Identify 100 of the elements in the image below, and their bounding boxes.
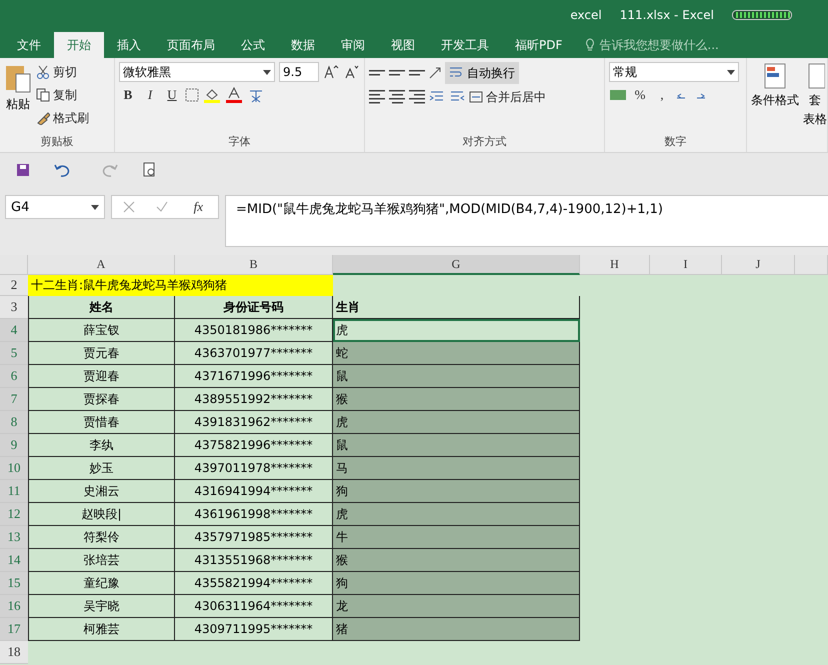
group-label: 剪贴板 — [40, 134, 74, 150]
table-cell[interactable]: 鼠 — [333, 434, 580, 457]
table-cell: 贾元春 — [28, 342, 175, 365]
table-cell[interactable]: 猪 — [333, 618, 580, 641]
format-painter-button[interactable]: 格式刷 — [36, 108, 89, 128]
table-cell: 张培芸 — [28, 549, 175, 572]
app-name: excel — [570, 8, 602, 22]
column-header[interactable]: G — [333, 255, 580, 275]
ribbon-tab[interactable]: 公式 — [228, 32, 278, 58]
cut-button[interactable]: 剪切 — [36, 62, 89, 82]
row-header[interactable]: 9 — [0, 434, 28, 457]
grow-font-icon — [323, 64, 339, 80]
name-box[interactable]: G4 — [5, 195, 105, 219]
font-name-field[interactable]: 微软雅黑 — [119, 62, 275, 82]
table-cell[interactable]: 蛇 — [333, 342, 580, 365]
row-header[interactable]: 4 — [0, 319, 28, 342]
table-cell: 4313551968******* — [175, 549, 333, 572]
table-format-button[interactable]: 套 表格 — [803, 62, 827, 152]
row-header[interactable]: 5 — [0, 342, 28, 365]
table-cell[interactable]: 虎 — [333, 319, 580, 342]
row-header[interactable]: 7 — [0, 388, 28, 411]
table-cell: 4357971985******* — [175, 526, 333, 549]
check-icon — [156, 201, 168, 213]
orientation-icon — [429, 67, 441, 79]
paste-button[interactable]: 粘贴 — [4, 62, 32, 134]
column-heading: 姓名 — [28, 296, 175, 319]
bold-button[interactable]: B — [119, 85, 137, 105]
table-cell[interactable]: 牛 — [333, 526, 580, 549]
column-header[interactable]: B — [175, 255, 333, 275]
table-cell[interactable]: 马 — [333, 457, 580, 480]
formula-field[interactable]: =MID("鼠牛虎兔龙蛇马羊猴鸡狗猪",MOD(MID(B4,7,4)-1900,12)+1,1) — [225, 195, 828, 247]
underline-button[interactable]: U — [163, 85, 181, 105]
column-header[interactable]: J — [722, 255, 795, 275]
ribbon-tab[interactable]: 福昕PDF — [502, 32, 576, 58]
table-cell[interactable]: 虎 — [333, 411, 580, 434]
row-header[interactable]: 6 — [0, 365, 28, 388]
table-cell[interactable]: 鼠 — [333, 365, 580, 388]
table-cell: 4316941994******* — [175, 480, 333, 503]
table-cell[interactable]: 猴 — [333, 388, 580, 411]
table-cell[interactable]: 虎 — [333, 503, 580, 526]
select-all-corner[interactable] — [0, 255, 28, 275]
scissors-icon — [36, 65, 50, 79]
shrink-font-icon — [343, 64, 359, 80]
table-cell: 赵映段| — [28, 503, 175, 526]
table-cell[interactable]: 猴 — [333, 549, 580, 572]
row-header[interactable]: 3 — [0, 296, 28, 319]
progress-indicator-icon — [732, 10, 792, 20]
lightbulb-icon — [585, 38, 596, 52]
ribbon-tab[interactable]: 审阅 — [328, 32, 378, 58]
table-cell: 4397011978******* — [175, 457, 333, 480]
row-header[interactable]: 8 — [0, 411, 28, 434]
insert-function-button[interactable]: fx — [189, 197, 208, 217]
conditional-format-icon — [763, 62, 787, 90]
row-header[interactable]: 13 — [0, 526, 28, 549]
percent-button[interactable]: % — [631, 85, 649, 105]
row-header[interactable]: 2 — [0, 275, 28, 296]
table-cell: 史湘云 — [28, 480, 175, 503]
bottom-align-icon — [409, 70, 425, 76]
table-cell[interactable]: 狗 — [333, 572, 580, 595]
right-align-icon — [409, 90, 425, 104]
row-header[interactable]: 14 — [0, 549, 28, 572]
column-header[interactable]: A — [28, 255, 175, 275]
wrap-text-button[interactable]: 自动换行 — [445, 62, 519, 84]
italic-button[interactable]: I — [141, 85, 159, 105]
tell-me-field[interactable]: 告诉我您想要做什么... — [575, 32, 719, 58]
copy-button[interactable]: 复制 — [36, 85, 89, 105]
row-header[interactable]: 18 — [0, 641, 28, 664]
borders-icon — [185, 88, 199, 102]
column-header[interactable]: I — [650, 255, 722, 275]
row-header[interactable]: 11 — [0, 480, 28, 503]
table-cell: 贾迎春 — [28, 365, 175, 388]
table-cell[interactable]: 狗 — [333, 480, 580, 503]
conditional-format-button[interactable]: 条件格式 — [751, 62, 799, 152]
ribbon-tab[interactable]: 视图 — [378, 32, 428, 58]
table-cell: 4389551992******* — [175, 388, 333, 411]
ribbon-tab[interactable]: 插入 — [104, 32, 154, 58]
comma-button[interactable]: , — [653, 85, 671, 105]
ribbon-tab[interactable]: 开始 — [54, 32, 104, 58]
table-cell: 4391831962******* — [175, 411, 333, 434]
table-cell[interactable]: 龙 — [333, 595, 580, 618]
ribbon-tab[interactable]: 开发工具 — [428, 32, 502, 58]
row-header[interactable]: 17 — [0, 618, 28, 641]
row-header[interactable]: 12 — [0, 503, 28, 526]
ribbon-tab[interactable]: 数据 — [278, 32, 328, 58]
table-cell: 贾探春 — [28, 388, 175, 411]
ribbon-tab[interactable]: 页面布局 — [154, 32, 228, 58]
column-header[interactable]: H — [580, 255, 650, 275]
table-cell: 薛宝钗 — [28, 319, 175, 342]
center-align-icon — [389, 90, 405, 104]
merge-center-button[interactable]: 合并后居中 — [469, 87, 546, 107]
table-cell: 4375821996******* — [175, 434, 333, 457]
top-align-icon — [369, 70, 385, 76]
ribbon-tab[interactable]: 文件 — [4, 32, 54, 58]
row-header[interactable]: 16 — [0, 595, 28, 618]
number-format-field[interactable]: 常规 — [609, 62, 739, 82]
caret-icon — [91, 204, 99, 210]
row-header[interactable]: 15 — [0, 572, 28, 595]
font-size-field[interactable]: 9.5 — [279, 62, 319, 82]
row-header[interactable]: 10 — [0, 457, 28, 480]
column-heading: 身份证号码 — [175, 296, 333, 319]
